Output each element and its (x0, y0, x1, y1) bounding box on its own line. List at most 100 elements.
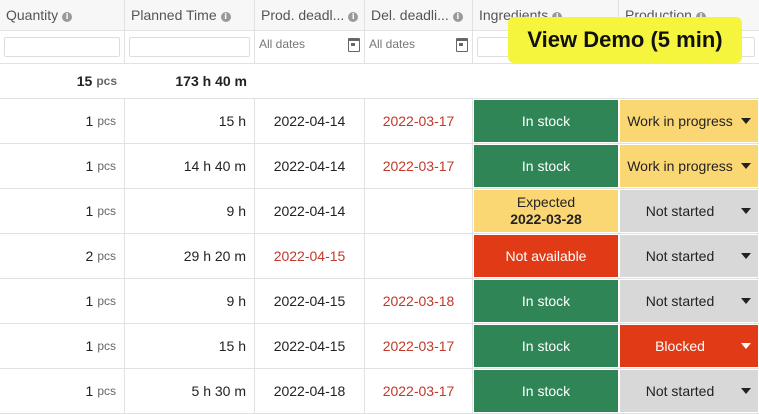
ingredients-status[interactable]: In stock (474, 100, 618, 142)
ingredients-status[interactable]: In stock (474, 280, 618, 322)
planned-time-value: 9 h (226, 203, 246, 219)
table-row[interactable]: 1 pcs 15 h 2022-04-14 2022-03-17 In stock Work… (0, 99, 759, 144)
calendar-icon[interactable] (456, 38, 468, 52)
ingredients-status[interactable]: In stock (474, 370, 618, 412)
production-status-label: Work in progress (627, 158, 733, 174)
planned-time-cell: 5 h 30 m (125, 369, 255, 413)
production-status-dropdown[interactable]: Not started (620, 370, 758, 412)
quantity-value: 2 (85, 248, 94, 264)
filter-quantity (0, 31, 125, 63)
ingredients-status[interactable]: In stock (474, 325, 618, 367)
col-header-del-deadline[interactable]: Del. deadli... i (365, 0, 473, 30)
unit-label: pcs (97, 159, 116, 173)
quantity-cell: 1 pcs (0, 279, 125, 323)
del-date-filter[interactable]: All dates (365, 31, 473, 63)
chevron-down-icon[interactable] (741, 118, 751, 124)
prod-deadline-cell: 2022-04-14 (255, 99, 365, 143)
ingredients-status[interactable]: In stock (474, 145, 618, 187)
col-label: Quantity (6, 7, 59, 23)
table-row[interactable]: 2 pcs 29 h 20 m 2022-04-15 Not available Not … (0, 234, 759, 279)
filter-planned-time (125, 31, 255, 63)
ingredients-status-label: In stock (521, 338, 571, 354)
planned-time-value: 29 h 20 m (183, 248, 246, 264)
quantity-value: 1 (85, 383, 94, 399)
production-status-dropdown[interactable]: Not started (620, 280, 758, 322)
chevron-down-icon[interactable] (741, 343, 751, 349)
prod-deadline-value: 2022-04-15 (273, 293, 346, 309)
production-status-label: Blocked (655, 338, 705, 354)
production-status-dropdown[interactable]: Work in progress (620, 145, 758, 187)
prod-deadline-cell: 2022-04-18 (255, 369, 365, 413)
date-filter-label: All dates (369, 37, 416, 51)
chevron-down-icon[interactable] (741, 253, 751, 259)
quantity-cell: 2 pcs (0, 234, 125, 278)
unit-label: pcs (97, 114, 116, 128)
expected-date: 2022-03-28 (510, 211, 582, 227)
del-deadline-cell: 2022-03-17 (365, 324, 473, 368)
del-deadline-cell (365, 234, 473, 278)
view-demo-label: View Demo (5 min) (527, 27, 723, 52)
quantity-value: 1 (85, 293, 94, 309)
prod-deadline-cell: 2022-04-15 (255, 279, 365, 323)
planned-time-cell: 15 h (125, 99, 255, 143)
table-row[interactable]: 1 pcs 9 h 2022-04-14 Expected 2022-03-28 Not s… (0, 189, 759, 234)
quantity-cell: 1 pcs (0, 369, 125, 413)
info-icon[interactable]: i (348, 12, 359, 22)
quantity-filter-input[interactable] (4, 37, 120, 57)
planned-time-cell: 15 h (125, 324, 255, 368)
quantity-value: 1 (85, 158, 94, 174)
unit-label: pcs (97, 204, 116, 218)
col-header-quantity[interactable]: Quantity i (0, 0, 125, 30)
prod-deadline-cell: 2022-04-15 (255, 234, 365, 278)
planned-time-cell: 9 h (125, 279, 255, 323)
del-deadline-value: 2022-03-18 (382, 293, 455, 309)
chevron-down-icon[interactable] (741, 163, 751, 169)
planned-time-cell: 9 h (125, 189, 255, 233)
prod-deadline-value: 2022-04-15 (273, 248, 346, 264)
ingredients-status-label: In stock (521, 113, 571, 129)
production-status-label: Not started (645, 293, 715, 309)
production-status-dropdown[interactable]: Blocked (620, 325, 758, 367)
planned-time-cell: 14 h 40 m (125, 144, 255, 188)
quantity-cell: 1 pcs (0, 99, 125, 143)
calendar-icon[interactable] (348, 38, 360, 52)
table-row[interactable]: 1 pcs 14 h 40 m 2022-04-14 2022-03-17 In stoc… (0, 144, 759, 189)
planned-time-value: 15 h (218, 338, 246, 354)
table-row[interactable]: 1 pcs 5 h 30 m 2022-04-18 2022-03-17 In stock… (0, 369, 759, 414)
ingredients-status[interactable]: Expected 2022-03-28 (474, 190, 618, 232)
prod-deadline-cell: 2022-04-15 (255, 324, 365, 368)
info-icon[interactable]: i (62, 12, 73, 22)
table-row[interactable]: 1 pcs 15 h 2022-04-15 2022-03-17 In stock Bloc… (0, 324, 759, 369)
del-deadline-cell: 2022-03-17 (365, 144, 473, 188)
prod-date-filter[interactable]: All dates (255, 31, 365, 63)
unit-label: pcs (97, 249, 116, 263)
prod-deadline-value: 2022-04-15 (273, 338, 346, 354)
production-status-label: Not started (645, 203, 715, 219)
info-icon[interactable]: i (452, 12, 463, 22)
chevron-down-icon[interactable] (741, 298, 751, 304)
total-time-value: 173 h 40 m (175, 73, 247, 89)
col-header-planned-time[interactable]: Planned Time i (125, 0, 255, 30)
table-row[interactable]: 1 pcs 9 h 2022-04-15 2022-03-18 In stock Not s… (0, 279, 759, 324)
production-status-dropdown[interactable]: Work in progress (620, 100, 758, 142)
ingredients-status-label: In stock (521, 293, 571, 309)
production-status-label: Not started (645, 248, 715, 264)
chevron-down-icon[interactable] (741, 208, 751, 214)
production-status-dropdown[interactable]: Not started (620, 235, 758, 277)
planned-time-value: 15 h (218, 113, 246, 129)
unit-label: pcs (96, 74, 117, 88)
ingredients-status[interactable]: Not available (474, 235, 618, 277)
production-status-dropdown[interactable]: Not started (620, 190, 758, 232)
ingredients-status-label: In stock (521, 383, 571, 399)
quantity-value: 1 (85, 113, 94, 129)
prod-deadline-cell: 2022-04-14 (255, 144, 365, 188)
planned-time-filter-input[interactable] (129, 37, 250, 57)
info-icon[interactable]: i (220, 12, 231, 22)
quantity-cell: 1 pcs (0, 189, 125, 233)
quantity-value: 1 (85, 203, 94, 219)
del-deadline-value: 2022-03-17 (382, 158, 455, 174)
col-header-prod-deadline[interactable]: Prod. deadl... i (255, 0, 365, 30)
unit-label: pcs (97, 294, 116, 308)
view-demo-button[interactable]: View Demo (5 min) (508, 17, 742, 63)
planned-time-value: 9 h (226, 293, 246, 309)
